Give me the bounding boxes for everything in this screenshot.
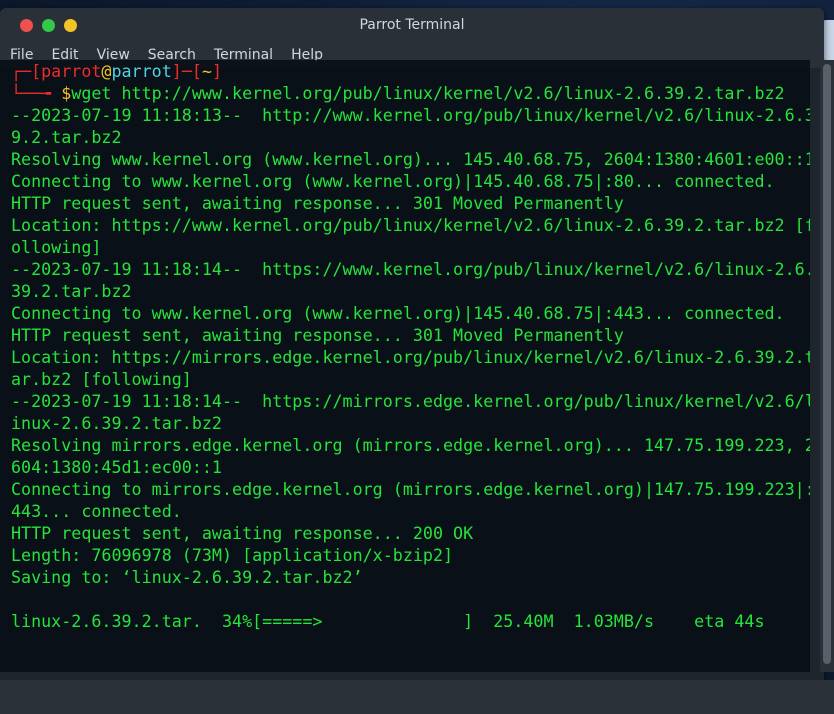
prompt-dollar: $ [61, 83, 72, 103]
prompt-open: ┌─[ [11, 61, 42, 81]
output-line: inux-2.6.39.2.tar.bz2 [11, 413, 222, 433]
output-line: Resolving mirrors.edge.kernel.org (mirro… [11, 435, 810, 455]
prompt-command: wget http://www.kernel.org/pub/linux/ker… [71, 83, 785, 103]
output-line: Location: https://mirrors.edge.kernel.or… [11, 347, 810, 367]
prompt-at: @ [101, 61, 112, 81]
output-line: Saving to: ‘linux-2.6.39.2.tar.bz2’ [11, 567, 363, 587]
prompt-close: ] [211, 61, 222, 81]
terminal-text: ┌─[parrot@parrot]─[~] └──╼ $wget http://… [11, 60, 810, 632]
prompt-mid: ]─[ [171, 61, 202, 81]
output-line: --2023-07-19 11:18:13-- http://www.kerne… [11, 105, 810, 125]
prompt-dir: ~ [201, 61, 212, 81]
output-line: 9.2.tar.bz2 [11, 127, 122, 147]
output-line: HTTP request sent, awaiting response... … [11, 523, 474, 543]
output-line: HTTP request sent, awaiting response... … [11, 325, 624, 345]
prompt-host: parrot [111, 61, 172, 81]
terminal-scrollbar[interactable] [820, 60, 834, 672]
output-line: Connecting to www.kernel.org (www.kernel… [11, 171, 775, 191]
output-line: --2023-07-19 11:18:14-- https://mirrors.… [11, 391, 810, 411]
download-progress-line: linux-2.6.39.2.tar. 34%[=====> ] 25.40M … [11, 611, 765, 631]
terminal-output-area[interactable]: ┌─[parrot@parrot]─[~] └──╼ $wget http://… [0, 60, 810, 672]
titlebar[interactable]: Parrot Terminal [0, 8, 824, 42]
output-line: 443... connected. [11, 501, 182, 521]
output-line: Length: 76096978 (73M) [application/x-bz… [11, 545, 454, 565]
output-line: 604:1380:45d1:ec00::1 [11, 457, 222, 477]
output-line: HTTP request sent, awaiting response... … [11, 193, 624, 213]
output-line: Connecting to www.kernel.org (www.kernel… [11, 303, 785, 323]
window-title: Parrot Terminal [359, 17, 465, 33]
output-line: 39.2.tar.bz2 [11, 281, 132, 301]
output-line: Connecting to mirrors.edge.kernel.org (m… [11, 479, 810, 499]
prompt-user: parrot [41, 61, 102, 81]
output-line: ar.bz2 [following] [11, 369, 192, 389]
output-line: Resolving www.kernel.org (www.kernel.org… [11, 149, 810, 169]
output-line: Location: https://www.kernel.org/pub/lin… [11, 215, 810, 235]
scrollbar-thumb[interactable] [823, 64, 831, 664]
taskbar-panel [0, 680, 834, 714]
output-line: ollowing] [11, 237, 102, 257]
prompt-arrow: └──╼ [11, 83, 62, 103]
output-line: --2023-07-19 11:18:14-- https://www.kern… [11, 259, 810, 279]
